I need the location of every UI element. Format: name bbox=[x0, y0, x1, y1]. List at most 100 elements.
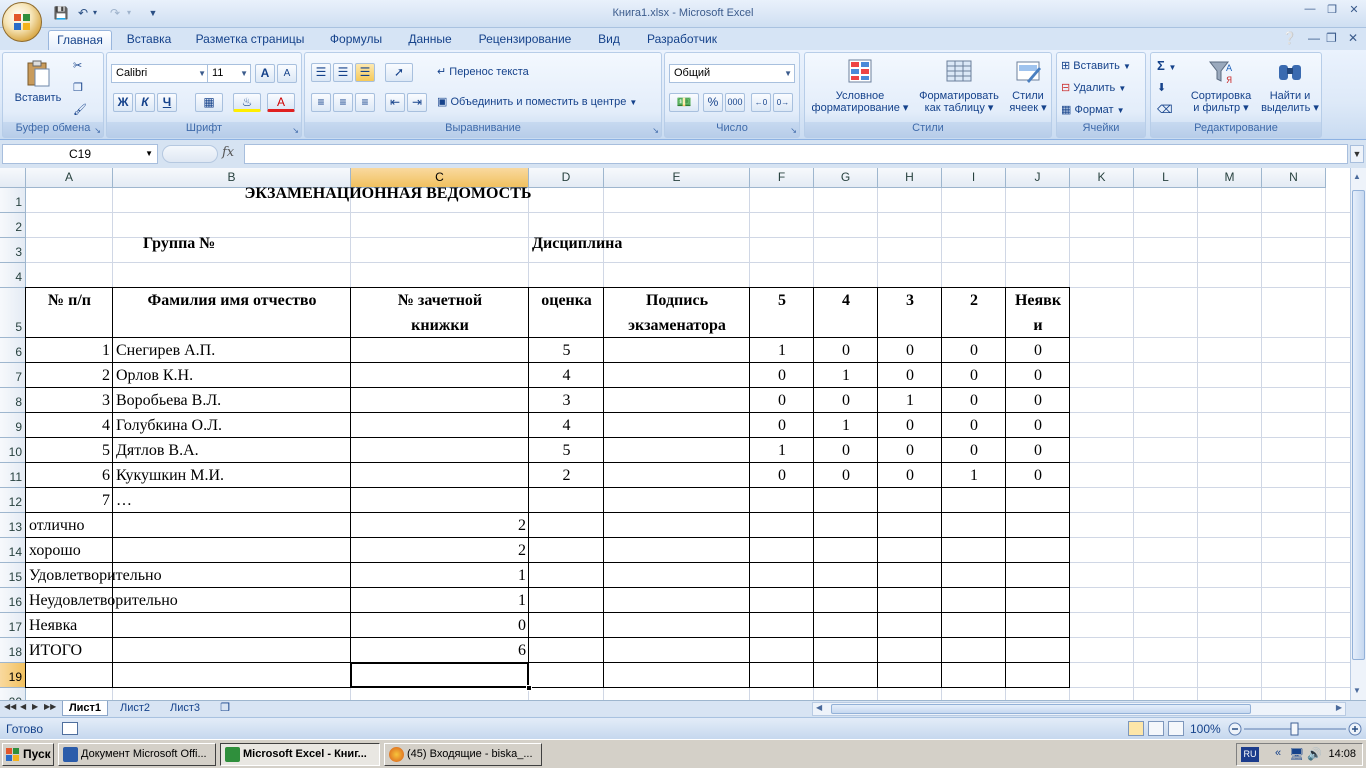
row-header-16[interactable]: 16 bbox=[0, 588, 26, 613]
column-header-f[interactable]: F bbox=[750, 168, 814, 188]
macro-record-icon[interactable] bbox=[62, 722, 78, 735]
header-name[interactable]: Фамилия имя отчество bbox=[113, 288, 351, 313]
student-grade[interactable]: 3 bbox=[529, 388, 604, 413]
scroll-down-icon[interactable]: ▼ bbox=[1353, 686, 1361, 695]
row-header-7[interactable]: 7 bbox=[0, 363, 26, 388]
student-grade[interactable]: 4 bbox=[529, 363, 604, 388]
row-header-10[interactable]: 10 bbox=[0, 438, 26, 463]
count-3[interactable]: 1 bbox=[878, 388, 942, 413]
align-center-icon[interactable]: ≡ bbox=[333, 93, 353, 112]
fill-color-button[interactable]: ♨ bbox=[233, 93, 261, 112]
conditional-formatting-button[interactable]: Условное форматирование ▾ bbox=[807, 57, 913, 114]
count-2[interactable]: 1 bbox=[942, 463, 1006, 488]
worksheet-grid[interactable]: A B C D E F G H I J K L M N 1 2 3 4 5 6 7 8 9 10 11 12 13 14 15 16 17 1… bbox=[0, 168, 1350, 700]
count-2[interactable]: 0 bbox=[942, 413, 1006, 438]
name-box[interactable]: C19 ▼ bbox=[2, 144, 158, 164]
zoom-slider[interactable] bbox=[1228, 720, 1363, 738]
task-browser[interactable]: (45) Входящие - biska_... bbox=[384, 743, 542, 766]
count-4[interactable]: 0 bbox=[814, 338, 878, 363]
bold-button[interactable]: Ж bbox=[113, 93, 133, 112]
scroll-right-icon[interactable]: ▶ bbox=[1336, 703, 1342, 712]
header-book[interactable]: № зачетной bbox=[351, 288, 529, 313]
borders-button[interactable]: ▦ bbox=[195, 93, 223, 112]
discipline-label[interactable]: Дисциплина bbox=[529, 231, 622, 256]
start-button[interactable]: Пуск bbox=[2, 743, 54, 766]
row-header-2[interactable]: 2 bbox=[0, 213, 26, 238]
student-num[interactable]: 6 bbox=[26, 463, 113, 488]
row-header-14[interactable]: 14 bbox=[0, 538, 26, 563]
header-grade-4[interactable]: 4 bbox=[814, 288, 878, 313]
count-5[interactable]: 0 bbox=[750, 463, 814, 488]
student-name[interactable]: Дятлов В.А. bbox=[113, 438, 351, 463]
workbook-restore-icon[interactable]: ❐ bbox=[1326, 31, 1337, 45]
header-num[interactable]: № п/п bbox=[26, 288, 113, 313]
format-as-table-button[interactable]: Форматировать как таблицу ▾ bbox=[913, 57, 1005, 114]
summary-value[interactable]: 2 bbox=[351, 513, 529, 538]
alignment-launcher-icon[interactable]: ↘ bbox=[652, 126, 659, 135]
column-header-h[interactable]: H bbox=[878, 168, 942, 188]
row-header-1[interactable]: 1 bbox=[0, 188, 26, 213]
increase-indent-icon[interactable]: ⇥ bbox=[407, 93, 427, 112]
task-excel[interactable]: Microsoft Excel - Книг... bbox=[220, 743, 380, 766]
underline-button[interactable]: Ч bbox=[157, 93, 177, 112]
count-5[interactable]: 1 bbox=[750, 438, 814, 463]
count-absent[interactable]: 0 bbox=[1006, 438, 1070, 463]
row-header-4[interactable]: 4 bbox=[0, 263, 26, 288]
minimize-icon[interactable]: — bbox=[1300, 3, 1320, 17]
student-num[interactable]: 2 bbox=[26, 363, 113, 388]
insert-cells-button[interactable]: ⊞ Вставить ▼ bbox=[1061, 57, 1131, 75]
header-signature[interactable]: Подпись bbox=[604, 288, 750, 313]
tab-home[interactable]: Главная bbox=[48, 30, 112, 50]
paste-button[interactable]: Вставить bbox=[13, 59, 63, 104]
delete-cells-button[interactable]: ⊟ Удалить ▼ bbox=[1061, 79, 1126, 97]
increase-decimal-icon[interactable]: ←0 bbox=[751, 93, 771, 112]
sheet-tab-1[interactable]: Лист1 bbox=[62, 701, 108, 716]
find-select-button[interactable]: Найти и выделить ▾ bbox=[1259, 57, 1321, 114]
tab-data[interactable]: Данные bbox=[400, 30, 460, 50]
header-book-line2[interactable]: книжки bbox=[351, 313, 529, 338]
row-header-8[interactable]: 8 bbox=[0, 388, 26, 413]
header-signature-line2[interactable]: экзаменатора bbox=[604, 313, 750, 338]
count-2[interactable]: 0 bbox=[942, 438, 1006, 463]
align-left-icon[interactable]: ≡ bbox=[311, 93, 331, 112]
tray-expand-icon[interactable]: « bbox=[1275, 747, 1281, 759]
student-name[interactable]: Кукушкин М.И. bbox=[113, 463, 351, 488]
next-sheet-icon[interactable]: ▶ bbox=[32, 702, 38, 711]
header-absent-line2[interactable]: и bbox=[1006, 313, 1070, 338]
tab-page-layout[interactable]: Разметка страницы bbox=[190, 30, 310, 50]
clear-button[interactable]: ⌫ bbox=[1157, 101, 1173, 119]
cut-icon[interactable]: ✂ bbox=[73, 57, 82, 75]
count-2[interactable]: 0 bbox=[942, 388, 1006, 413]
horizontal-scrollbar[interactable]: ◀ ▶ bbox=[812, 702, 1346, 716]
selected-cell-c19[interactable] bbox=[350, 662, 529, 688]
normal-view-icon[interactable] bbox=[1128, 721, 1144, 736]
column-header-i[interactable]: I bbox=[942, 168, 1006, 188]
header-grade-2[interactable]: 2 bbox=[942, 288, 1006, 313]
format-painter-icon[interactable]: 🖌 bbox=[73, 101, 87, 119]
tab-developer[interactable]: Разработчик bbox=[638, 30, 726, 50]
count-4[interactable]: 1 bbox=[814, 413, 878, 438]
restore-icon[interactable]: ❐ bbox=[1322, 3, 1342, 17]
row-header-9[interactable]: 9 bbox=[0, 413, 26, 438]
row-header-15[interactable]: 15 bbox=[0, 563, 26, 588]
count-absent[interactable]: 0 bbox=[1006, 363, 1070, 388]
row-header-5[interactable]: 5 bbox=[0, 288, 26, 338]
format-cells-button[interactable]: ▦ Формат ▼ bbox=[1061, 101, 1125, 119]
cell-styles-button[interactable]: Стили ячеек ▾ bbox=[1005, 57, 1051, 114]
row-header-11[interactable]: 11 bbox=[0, 463, 26, 488]
align-top-icon[interactable]: ☰ bbox=[311, 63, 331, 82]
row-header-3[interactable]: 3 bbox=[0, 238, 26, 263]
student-grade[interactable]: 5 bbox=[529, 338, 604, 363]
header-grade-5[interactable]: 5 bbox=[750, 288, 814, 313]
column-header-k[interactable]: K bbox=[1070, 168, 1134, 188]
merge-center-button[interactable]: ▣ Объединить и поместить в центре ▼ bbox=[437, 93, 637, 111]
student-name[interactable]: Голубкина О.Л. bbox=[113, 413, 351, 438]
grow-font-button[interactable]: A bbox=[255, 64, 275, 83]
row-header-6[interactable]: 6 bbox=[0, 338, 26, 363]
student-num[interactable]: 5 bbox=[26, 438, 113, 463]
summary-value[interactable]: 0 bbox=[351, 613, 529, 638]
count-2[interactable]: 0 bbox=[942, 363, 1006, 388]
decrease-indent-icon[interactable]: ⇤ bbox=[385, 93, 405, 112]
fill-button[interactable]: ⬇ bbox=[1157, 79, 1166, 97]
scroll-left-icon[interactable]: ◀ bbox=[816, 703, 822, 712]
